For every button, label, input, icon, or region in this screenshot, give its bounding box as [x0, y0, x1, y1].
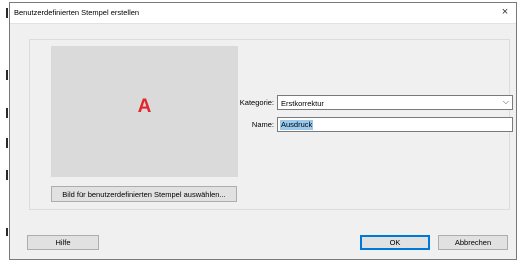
name-label: Name: — [251, 120, 274, 129]
titlebar-divider — [10, 23, 516, 24]
background-app-edge — [0, 0, 9, 262]
create-custom-stamp-dialog: Benutzerdefinierten Stempel erstellen × … — [9, 2, 517, 260]
stamp-preview-letter: A — [137, 96, 152, 117]
category-select[interactable]: Erstkorrektur ⌵ — [277, 95, 513, 110]
background-fragment — [6, 228, 8, 236]
chevron-down-icon: ⌵ — [502, 97, 509, 106]
category-value: Erstkorrektur — [281, 99, 324, 108]
background-fragment — [6, 138, 8, 148]
ok-button[interactable]: OK — [360, 235, 430, 250]
stamp-settings-group: A Bild für benutzerdefinierten Stempel a… — [29, 39, 513, 210]
category-label: Kategorie: — [239, 98, 274, 107]
help-button[interactable]: Hilfe — [27, 235, 99, 250]
background-fragment — [6, 8, 8, 18]
close-icon[interactable]: × — [498, 5, 512, 19]
background-fragment — [6, 70, 8, 80]
background-fragment — [6, 170, 8, 180]
select-image-button[interactable]: Bild für benutzerdefinierten Stempel aus… — [51, 186, 237, 202]
name-input[interactable]: Ausdruck — [277, 117, 513, 132]
name-value: Ausdruck — [280, 120, 314, 130]
stamp-preview: A — [51, 46, 238, 177]
dialog-title: Benutzerdefinierten Stempel erstellen — [14, 8, 140, 17]
background-fragment — [6, 108, 8, 118]
cancel-button[interactable]: Abbrechen — [438, 235, 508, 250]
dialog-titlebar: Benutzerdefinierten Stempel erstellen × — [10, 3, 516, 23]
screen: Benutzerdefinierten Stempel erstellen × … — [0, 0, 519, 262]
